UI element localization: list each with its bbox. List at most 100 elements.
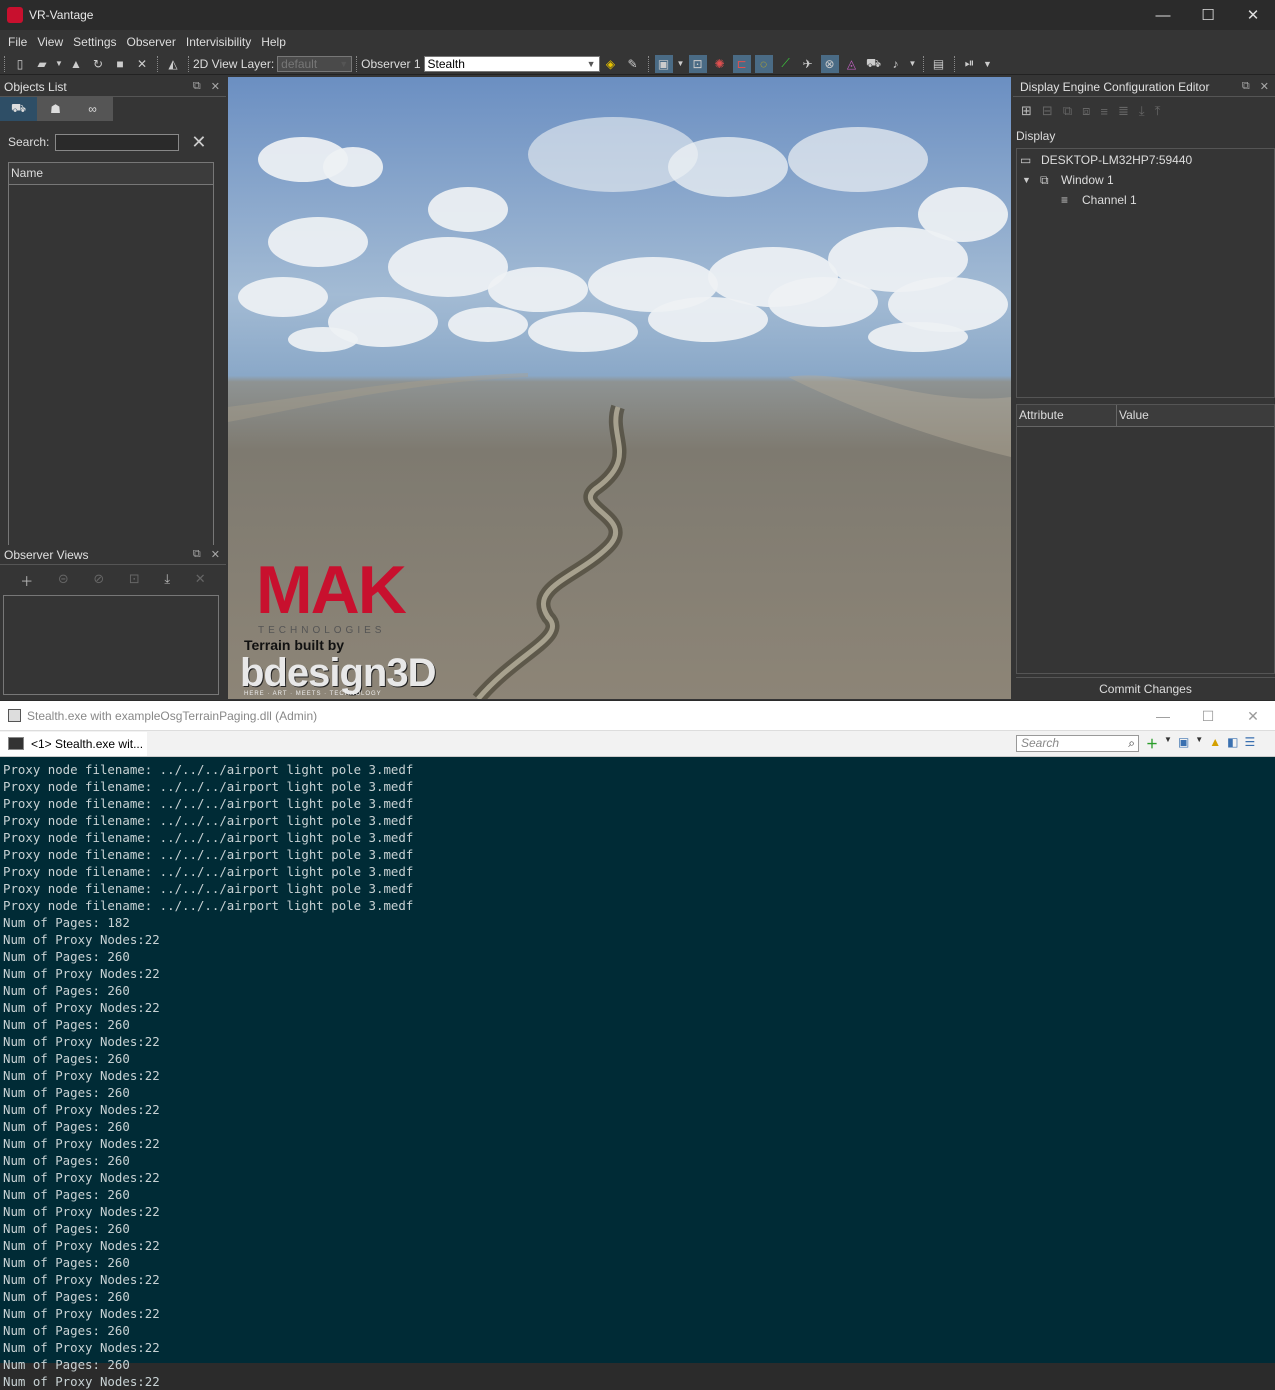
commit-changes-button[interactable]: Commit Changes: [1016, 677, 1275, 699]
range-icon[interactable]: ◌: [754, 54, 773, 73]
vehicle-icon[interactable]: ⛟: [865, 55, 883, 73]
toolbar-separator: [647, 55, 649, 72]
console-tab[interactable]: <1> Stealth.exe wit...: [0, 731, 148, 756]
objects-list-header: Objects List ⧉ ✕: [0, 77, 226, 97]
view-dropdown-icon[interactable]: ▼: [1195, 735, 1203, 752]
menu-help[interactable]: Help: [256, 35, 291, 49]
console-minimize-button[interactable]: —: [1140, 701, 1186, 731]
remove-window-icon[interactable]: ⧈: [1082, 103, 1090, 119]
chevron-down-icon[interactable]: ▼: [1022, 175, 1038, 185]
panel-title: Objects List: [4, 79, 67, 94]
delete-view-icon[interactable]: ✕: [195, 571, 206, 590]
binoculars-tab-icon[interactable]: ∞: [74, 97, 111, 121]
layout-icon[interactable]: ▤: [930, 55, 948, 73]
console-output[interactable]: Proxy node filename: ../../../airport li…: [3, 761, 1273, 1390]
menu-settings[interactable]: Settings: [68, 35, 121, 49]
undock-icon[interactable]: ⧉: [193, 548, 201, 561]
upload-config-icon[interactable]: ⤒: [1155, 103, 1161, 119]
menu-intervisibility[interactable]: Intervisibility: [181, 35, 256, 49]
chevron-down-icon: ▼: [339, 58, 349, 69]
graph-icon[interactable]: ⟋: [777, 55, 795, 73]
minimize-button[interactable]: —: [1140, 0, 1186, 30]
observer-mode-select[interactable]: Stealth ▼: [423, 55, 600, 72]
attach-icon[interactable]: ✎: [624, 55, 642, 73]
capture-view-icon[interactable]: ⊡: [129, 571, 140, 590]
new-console-dropdown-icon[interactable]: ▼: [1164, 735, 1172, 752]
lock-icon[interactable]: ▲: [1209, 735, 1221, 752]
name-column-header[interactable]: Name: [9, 163, 213, 185]
tree-host[interactable]: ▭ DESKTOP-LM32HP7:59440: [1020, 151, 1192, 169]
add-display-icon[interactable]: ⊞: [1021, 103, 1032, 119]
sensor-icon[interactable]: ⊗: [820, 54, 839, 73]
add-view-icon[interactable]: ＋: [20, 571, 33, 590]
fit-view-icon[interactable]: ⊡: [688, 54, 707, 73]
vr-vantage-window: VR-Vantage — ☐ ✕ File View Settings Obse…: [0, 0, 1275, 700]
attribute-column-header[interactable]: Attribute: [1017, 405, 1117, 426]
toolbar-overflow-icon[interactable]: ▼: [983, 55, 993, 73]
vehicle-tab-icon[interactable]: ⛟: [0, 97, 37, 121]
3d-viewport[interactable]: MAK TECHNOLOGIES Terrain built by bdesig…: [228, 77, 1011, 699]
close-button[interactable]: ✕: [1230, 0, 1275, 30]
undock-icon[interactable]: ⧉: [1242, 80, 1250, 93]
menu-view[interactable]: View: [32, 35, 68, 49]
audio-dropdown-icon[interactable]: ▼: [909, 55, 917, 73]
waypoint-icon[interactable]: ◬: [843, 55, 861, 73]
console-line: Num of Pages: 260: [3, 1153, 130, 1168]
console-tab-bar: <1> Stealth.exe wit... Search ⌕ ＋ ▼ ▣ ▼ …: [0, 731, 1275, 757]
open-folder-icon[interactable]: ▰: [33, 55, 51, 73]
tree-channel[interactable]: ≡ Channel 1: [1061, 191, 1137, 209]
observer-label: Observer 1: [361, 56, 421, 71]
playback-icon[interactable]: ⏯: [961, 55, 979, 73]
split-icon[interactable]: ◧: [1227, 735, 1238, 752]
import-view-icon[interactable]: ⤓: [164, 571, 170, 590]
close-icon[interactable]: ✕: [1260, 80, 1269, 93]
remove-display-icon[interactable]: ⊟: [1042, 103, 1053, 119]
maximize-button[interactable]: ☐: [1185, 0, 1231, 30]
tree-window[interactable]: ▼ ⧉ Window 1: [1022, 171, 1114, 189]
add-channel-icon[interactable]: ≡: [1100, 104, 1108, 119]
tracker-icon[interactable]: ⊏: [732, 54, 751, 73]
menu-observer[interactable]: Observer: [122, 35, 181, 49]
save-icon[interactable]: ■: [111, 55, 129, 73]
close-icon[interactable]: ✕: [211, 548, 220, 561]
value-column-header[interactable]: Value: [1117, 405, 1149, 426]
clear-search-icon[interactable]: ✕: [191, 132, 206, 153]
close-scenario-icon[interactable]: ✕: [133, 55, 151, 73]
terrain-icon[interactable]: ▲: [67, 55, 85, 73]
view-icon[interactable]: ▣: [1178, 735, 1189, 752]
console-line: Num of Pages: 260: [3, 1357, 130, 1372]
download-config-icon[interactable]: ⤓: [1139, 103, 1145, 119]
undock-icon[interactable]: ⧉: [193, 80, 201, 93]
aircraft-icon[interactable]: ✈: [799, 55, 817, 73]
console-maximize-button[interactable]: ☐: [1185, 701, 1231, 731]
menu-file[interactable]: File: [3, 35, 32, 49]
console-line: Num of Pages: 260: [3, 1255, 130, 1270]
open-dropdown-icon[interactable]: ▼: [55, 55, 63, 73]
link-view-icon[interactable]: ⊝: [58, 571, 69, 590]
observer-views-list[interactable]: [3, 595, 219, 695]
view-mode-icon[interactable]: ▣: [654, 54, 673, 73]
close-icon[interactable]: ✕: [211, 80, 220, 93]
view-layer-select[interactable]: default ▼: [277, 55, 353, 72]
menu-icon[interactable]: ☰: [1244, 735, 1255, 752]
new-console-icon[interactable]: ＋: [1146, 735, 1158, 752]
console-close-button[interactable]: ✕: [1230, 701, 1275, 731]
terrain-settings-icon[interactable]: ◭: [164, 55, 182, 73]
intervis-icon[interactable]: ✺: [711, 55, 729, 73]
app-logo-icon: [7, 7, 23, 23]
objects-search-input[interactable]: [55, 133, 180, 151]
people-tab-icon[interactable]: ☗: [37, 97, 74, 121]
audio-icon[interactable]: ♪: [887, 55, 905, 73]
compass-icon[interactable]: ◈: [602, 55, 620, 73]
new-file-icon[interactable]: ▯: [11, 55, 29, 73]
view-layer-label: 2D View Layer:: [193, 56, 275, 71]
console-line: Proxy node filename: ../../../airport li…: [3, 830, 414, 845]
view-mode-dropdown-icon[interactable]: ▼: [677, 55, 685, 73]
hide-view-icon[interactable]: ⊘: [93, 571, 104, 590]
console-line: Num of Proxy Nodes:22: [3, 1238, 160, 1253]
reload-icon[interactable]: ↻: [89, 55, 107, 73]
add-window-icon[interactable]: ⧉: [1063, 103, 1072, 119]
remove-channel-icon[interactable]: ≣: [1118, 103, 1129, 119]
console-search-input[interactable]: Search ⌕: [1016, 735, 1139, 752]
objects-table[interactable]: Name: [8, 162, 214, 607]
